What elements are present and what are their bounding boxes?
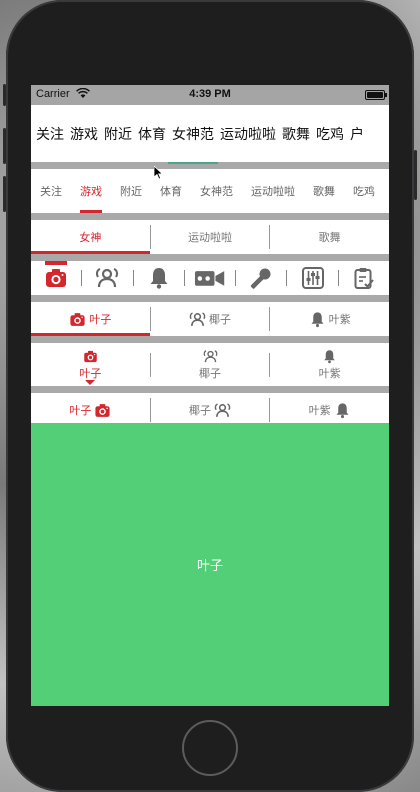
tab-2[interactable]: 游戏 — [80, 183, 102, 213]
tab-7[interactable]: 歌舞 — [282, 124, 310, 144]
tab-bar-scroll-large[interactable]: 关注 游戏 附近 体育 女神范 运动啦啦 歌舞 吃鸡户 — [31, 105, 389, 164]
segment-3[interactable]: 叶紫 — [270, 302, 389, 336]
clock: 4:39 PM — [189, 88, 231, 100]
content-page: 叶子 — [31, 423, 389, 706]
tab-3[interactable]: 附近 — [104, 124, 132, 144]
tab-1[interactable]: 关注 — [40, 183, 62, 199]
sliders-icon[interactable] — [287, 261, 337, 295]
segment-1[interactable]: 叶子 — [31, 393, 150, 427]
tab-7[interactable]: 歌舞 — [313, 183, 335, 199]
segment-1[interactable]: 叶子 — [31, 302, 150, 336]
segment-label: 椰子 — [209, 313, 231, 326]
people-icon[interactable] — [82, 261, 132, 295]
caret-down-icon — [85, 380, 96, 385]
segment-label: 椰子 — [199, 366, 221, 380]
camera-icon[interactable] — [31, 261, 81, 295]
segment-label: 叶子 — [69, 404, 92, 417]
app-screen: Carrier 4:39 PM 关注 游戏 附近 体育 女神范 运动啦啦 歌舞 吃鸡户 关注游… — [31, 85, 389, 706]
segment-2[interactable]: 椰子 — [151, 302, 270, 336]
segment-2[interactable]: 椰子 — [151, 343, 270, 386]
tab-9[interactable]: 户 — [350, 124, 364, 144]
segment-label: 叶紫 — [328, 313, 351, 326]
tab-8[interactable]: 吃鸡 — [353, 183, 375, 199]
mouse-cursor-icon — [154, 166, 164, 180]
segment-label: 椰子 — [189, 404, 211, 417]
people-icon — [203, 349, 218, 364]
status-bar: Carrier 4:39 PM — [31, 85, 389, 105]
microphone-icon[interactable] — [236, 261, 286, 295]
tab-5[interactable]: 女神范 — [168, 124, 218, 164]
segment-3[interactable]: 歌舞 — [270, 220, 389, 254]
tab-4[interactable]: 体育 — [160, 183, 182, 199]
segmented-icon-top-bar[interactable]: 叶子 椰子 叶紫 — [31, 343, 389, 386]
segmented-icon-right-bar[interactable]: 叶子 椰子 叶紫 — [31, 393, 389, 427]
people-icon — [214, 402, 231, 419]
segment-3[interactable]: 叶紫 — [270, 343, 389, 386]
segment-1[interactable]: 女神 — [31, 220, 150, 254]
segment-2[interactable]: 运动啦啦 — [151, 220, 270, 254]
segmented-icon-left-bar[interactable]: 叶子 椰子 叶紫 — [31, 302, 389, 336]
bell-icon — [334, 402, 351, 419]
clipboard-icon[interactable] — [339, 261, 389, 295]
tab-bar-scroll-small[interactable]: 关注 游戏 附近 体育 女神范 运动啦啦 歌舞 吃鸡 — [31, 169, 389, 213]
segment-2[interactable]: 椰子 — [151, 393, 270, 427]
camera-icon — [94, 402, 111, 419]
tab-1[interactable]: 关注 — [36, 124, 64, 144]
tab-6[interactable]: 运动啦啦 — [251, 183, 295, 199]
tab-2[interactable]: 游戏 — [70, 124, 98, 144]
segment-label: 叶紫 — [318, 366, 341, 380]
segmented-text-bar[interactable]: 女神 运动啦啦 歌舞 — [31, 220, 389, 254]
home-button[interactable] — [182, 720, 238, 776]
bell-icon — [309, 311, 326, 328]
segment-label: 叶子 — [89, 313, 112, 326]
segment-3[interactable]: 叶紫 — [270, 393, 389, 427]
segment-1[interactable]: 叶子 — [31, 343, 150, 386]
tab-6[interactable]: 运动啦啦 — [220, 124, 276, 144]
battery-icon — [365, 90, 387, 100]
camera-icon — [69, 311, 86, 328]
tab-8[interactable]: 吃鸡 — [316, 124, 344, 144]
people-icon — [189, 311, 206, 328]
icon-tab-bar[interactable] — [31, 261, 389, 295]
segment-label: 叶子 — [79, 366, 102, 380]
bell-icon — [322, 349, 337, 364]
segment-label: 叶紫 — [308, 404, 331, 417]
power-button[interactable] — [414, 150, 417, 200]
bell-icon[interactable] — [134, 261, 184, 295]
content-label: 叶子 — [196, 559, 223, 574]
camera-icon — [83, 349, 98, 364]
video-icon[interactable] — [185, 261, 235, 295]
tab-5[interactable]: 女神范 — [200, 183, 233, 199]
tab-3[interactable]: 附近 — [120, 183, 142, 199]
tab-4[interactable]: 体育 — [138, 124, 166, 144]
